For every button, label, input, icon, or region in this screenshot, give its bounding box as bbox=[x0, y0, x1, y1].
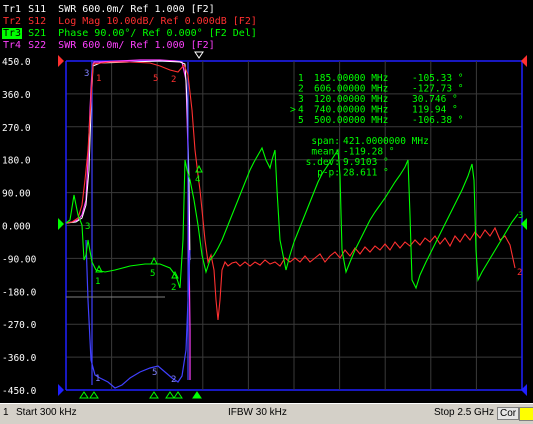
ifbw-setting[interactable]: IFBW 30 kHz bbox=[228, 407, 287, 418]
marker-value: -106.38 ° bbox=[412, 115, 463, 126]
status-bar: 1 Start 300 kHz IFBW 30 kHz Stop 2.5 GHz… bbox=[0, 403, 533, 424]
marker-number: 5 bbox=[298, 115, 304, 126]
marker-1-label[interactable]: 1 bbox=[95, 277, 100, 287]
marker-s22-5-label[interactable]: 5 bbox=[152, 368, 157, 378]
marker-2-label[interactable]: 2 bbox=[171, 283, 176, 293]
marker-s12-2-label[interactable]: 2 bbox=[171, 75, 176, 85]
trace-s22-line bbox=[65, 59, 191, 380]
marker-table: 1 185.00000 MHz -105.33 ° 2 606.00000 MHz -1… bbox=[290, 73, 463, 179]
marker-s12-5-label[interactable]: 5 bbox=[153, 74, 158, 84]
y-tick-label: 360.0 bbox=[2, 90, 31, 101]
stat-value: 28.611 ° bbox=[343, 168, 389, 179]
marker-frequency: 606.00000 MHz bbox=[314, 84, 388, 95]
y-tick-label: 180.0 bbox=[2, 156, 31, 167]
start-frequency[interactable]: Start 300 kHz bbox=[16, 407, 77, 418]
y-tick-label: -180.0 bbox=[2, 287, 37, 298]
marker-value: -105.33 ° bbox=[412, 73, 463, 84]
marker-s22-2-label[interactable]: 2 bbox=[171, 375, 176, 385]
marker-frequency: 740.00000 MHz bbox=[314, 105, 388, 116]
stat-value: 9.9103 ° bbox=[343, 157, 389, 168]
y-tick-label: -360.0 bbox=[2, 353, 37, 364]
correction-indicator[interactable]: Cor bbox=[497, 407, 520, 420]
bottom-marker-triangles bbox=[79, 391, 202, 399]
y-tick-label: -270.0 bbox=[2, 320, 37, 331]
y-tick-label: 90.00 bbox=[2, 189, 31, 200]
marker-4-label[interactable]: 4 bbox=[195, 175, 200, 185]
y-tick-label: 0.000 bbox=[2, 222, 31, 233]
marker-frequency: 185.00000 MHz bbox=[314, 73, 388, 84]
marker-number: 1 bbox=[298, 73, 304, 84]
marker-value: 30.746 ° bbox=[412, 94, 458, 105]
marker-number: 3 bbox=[298, 94, 304, 105]
trace-end-label-3: 3 bbox=[518, 211, 523, 221]
y-tick-label: -90.00 bbox=[2, 254, 37, 265]
marker-s12-1-label[interactable]: 1 bbox=[96, 74, 101, 84]
stat-label: mean: bbox=[311, 147, 340, 158]
marker-frequency: 120.00000 MHz bbox=[314, 94, 388, 105]
channel-number[interactable]: 1 bbox=[3, 407, 9, 418]
stat-label: s.dev: bbox=[306, 157, 340, 168]
y-tick-label: 450.0 bbox=[2, 57, 31, 68]
y-tick-label: -450.0 bbox=[2, 386, 37, 397]
stop-frequency[interactable]: Stop 2.5 GHz bbox=[434, 407, 494, 418]
marker-s22-1-label[interactable]: 1 bbox=[95, 374, 100, 384]
marker-value: -127.73 ° bbox=[412, 84, 463, 95]
marker-value: 119.94 ° bbox=[412, 105, 458, 116]
trace-s11-lower-line bbox=[85, 60, 191, 389]
stat-value: 421.0000000 MHz bbox=[343, 136, 429, 147]
marker-3-label[interactable]: 3 bbox=[85, 222, 90, 232]
active-marker-top-arrow[interactable] bbox=[194, 51, 204, 59]
measurement-plot[interactable]: 450.0 360.0 270.0 180.0 90.00 0.000 -90.00 -180… bbox=[0, 0, 533, 403]
marker-active-symbol: > bbox=[290, 105, 296, 116]
ref-position-left-arrow[interactable] bbox=[58, 218, 64, 230]
y-axis-labels: 450.0 360.0 270.0 180.0 90.00 0.000 -90.00 -180… bbox=[2, 57, 37, 397]
trace-end-label-2: 2 bbox=[517, 268, 522, 278]
y-tick-label: 270.0 bbox=[2, 123, 31, 134]
marker-number: 2 bbox=[298, 84, 304, 95]
marker-s11-3-label[interactable]: 3 bbox=[84, 69, 89, 79]
status-color-indicator bbox=[519, 407, 533, 421]
ref-level-left-arrow[interactable] bbox=[58, 55, 64, 67]
marker-frequency: 500.00000 MHz bbox=[314, 115, 388, 126]
stat-value: -119.28 ° bbox=[343, 147, 394, 158]
stat-label: span: bbox=[311, 136, 340, 147]
marker-number: 4 bbox=[298, 105, 304, 116]
vna-screen: Tr1 S11 SWR 600.0m/ Ref 1.000 [F2] Tr2 S… bbox=[0, 0, 533, 424]
trace-s21-line bbox=[65, 146, 519, 290]
bottom-left-arrow[interactable] bbox=[58, 384, 64, 396]
stat-label: p-p: bbox=[317, 168, 340, 179]
marker-5-label[interactable]: 5 bbox=[150, 269, 155, 279]
